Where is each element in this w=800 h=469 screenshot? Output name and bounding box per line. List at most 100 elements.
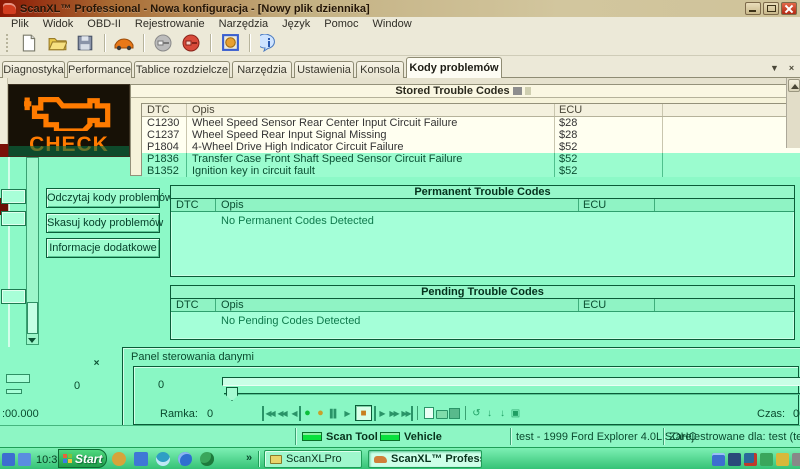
internet-explorer-icon[interactable]: [156, 452, 170, 466]
download-icon[interactable]: ↓: [483, 406, 496, 421]
tab-close-icon[interactable]: ×: [785, 61, 798, 74]
frame-label: Ramka:: [160, 408, 198, 420]
ghost-list-item: [1, 211, 26, 226]
save-log-icon[interactable]: [448, 406, 461, 421]
tab-dropdown-icon[interactable]: ▼: [768, 61, 781, 74]
read-trouble-codes-button[interactable]: Odczytaj kody problemów: [46, 188, 160, 208]
disconnect-plug-icon[interactable]: [179, 32, 203, 54]
table-row[interactable]: B1352Ignition key in circuit fault$52: [142, 165, 800, 177]
tray-icon-clipped[interactable]: [792, 453, 800, 466]
quick-launch-icon[interactable]: [134, 452, 148, 466]
media-player-icon[interactable]: [200, 452, 214, 466]
vehicle-label: Vehicle: [404, 431, 442, 443]
fast-rewind-icon[interactable]: ◀◀: [275, 406, 288, 421]
additional-info-button[interactable]: Informacje dodatkowe: [46, 238, 160, 258]
dashboard-icon[interactable]: [218, 32, 242, 54]
time-value: 00:00: [793, 408, 800, 420]
pending-header-row: DTC Opis ECU: [171, 299, 794, 312]
skip-first-icon[interactable]: ◀◀: [262, 406, 275, 421]
menu-bar: Plik Widok OBD-II Rejestrowanie Narzędzi…: [0, 17, 800, 30]
toolbar-grip: [6, 34, 9, 52]
tray-battery-icon[interactable]: [728, 453, 741, 466]
menu-widok[interactable]: Widok: [36, 18, 81, 30]
table-row[interactable]: C1237Wheel Speed Rear Input Signal Missi…: [142, 129, 800, 141]
scroll-down-icon: [28, 338, 36, 343]
tab-tablice-rozdzielcze[interactable]: Tablice rozdzielcze: [134, 61, 230, 78]
reset-icon[interactable]: ↺: [470, 406, 483, 421]
play-icon[interactable]: ▶: [340, 406, 353, 421]
table-row[interactable]: P18044-Wheel Drive High Indicator Circui…: [142, 141, 800, 153]
tab-diagnostyka[interactable]: Diagnostyka: [2, 61, 65, 78]
close-button[interactable]: [781, 2, 797, 15]
menu-window[interactable]: Window: [366, 18, 419, 30]
app-icon: [3, 3, 16, 14]
vertical-scrollbar[interactable]: [786, 78, 800, 148]
tab-strip: Diagnostyka Performance Tablice rozdziel…: [0, 56, 800, 78]
task-scanxl-professional[interactable]: ScanXL™ Professional...: [368, 450, 482, 468]
menu-jezyk[interactable]: Język: [275, 18, 317, 30]
tray-speaker-icon[interactable]: [776, 453, 789, 466]
connect-plug-icon[interactable]: [151, 32, 175, 54]
save-file-icon[interactable]: [73, 32, 97, 54]
menu-narzedzia[interactable]: Narzędzia: [212, 18, 276, 30]
new-log-icon[interactable]: [422, 406, 435, 421]
scroll-up-icon[interactable]: [788, 79, 800, 92]
new-file-icon[interactable]: [17, 32, 41, 54]
tray-shield-icon[interactable]: [760, 453, 773, 466]
tray-icon-left[interactable]: [2, 453, 15, 466]
green-tint-band: [9, 146, 130, 156]
quick-launch-icon[interactable]: [112, 452, 126, 466]
permanent-header-row: DTC Opis ECU: [171, 199, 794, 212]
tab-ustawienia[interactable]: Ustawienia: [294, 61, 354, 78]
task-scanxlpro-folder[interactable]: ScanXLPro: [264, 450, 362, 468]
frame-view-icon[interactable]: ▣: [509, 406, 522, 421]
playback-slider-thumb[interactable]: [226, 387, 238, 401]
record-icon[interactable]: ●: [301, 406, 314, 421]
tray-icon-left[interactable]: [18, 453, 31, 466]
table-row[interactable]: P1836Transfer Case Front Shaft Speed Sen…: [142, 153, 800, 165]
menu-plik[interactable]: Plik: [4, 18, 36, 30]
toolbar-separator: [249, 34, 250, 52]
tab-performance[interactable]: Performance: [67, 61, 132, 78]
stored-trouble-codes-panel: Stored Trouble Codes DTC Opis ECU C1230W…: [130, 84, 796, 176]
pause-icon[interactable]: ▌▌: [327, 406, 340, 421]
menu-rejestrowanie[interactable]: Rejestrowanie: [128, 18, 212, 30]
minimize-button[interactable]: [745, 2, 761, 15]
start-button[interactable]: Start: [58, 449, 107, 468]
folder-icon: [270, 455, 282, 464]
maximize-button[interactable]: [763, 2, 779, 15]
tab-konsola[interactable]: Konsola: [356, 61, 404, 78]
panel-highlight: [8, 157, 10, 347]
pending-trouble-codes-panel: Pending Trouble Codes DTC Opis ECU No Pe…: [170, 285, 795, 340]
status-separator: [663, 428, 664, 445]
menu-obd2[interactable]: OBD-II: [80, 18, 128, 30]
open-file-icon[interactable]: [45, 32, 69, 54]
overflow-chevron[interactable]: »: [246, 452, 252, 464]
tray-volume-muted-icon[interactable]: [744, 453, 757, 466]
quick-launch-icon[interactable]: [178, 452, 192, 466]
step-back-icon[interactable]: ◀: [288, 406, 301, 421]
fast-forward-icon[interactable]: ▶▶: [387, 406, 400, 421]
tray-display-icon[interactable]: [712, 453, 725, 466]
tab-narzedzia[interactable]: Narzędzia: [232, 61, 292, 78]
info-icon[interactable]: [257, 32, 281, 54]
step-forward-icon[interactable]: ▶: [374, 406, 387, 421]
controls-separator: [417, 406, 418, 420]
skip-last-icon[interactable]: ▶▶: [400, 406, 413, 421]
table-row[interactable]: C1230Wheel Speed Sensor Rear Center Inpu…: [142, 117, 800, 129]
stop-icon[interactable]: ■: [355, 405, 372, 421]
snapshot-icon[interactable]: ●: [314, 406, 327, 421]
clear-trouble-codes-button[interactable]: Skasuj kody problemów: [46, 213, 160, 233]
tab-kody-problemow[interactable]: Kody problemów: [406, 57, 502, 78]
window-title: ScanXL™ Professional - Nowa konfiguracja…: [20, 3, 370, 15]
open-log-icon[interactable]: [435, 406, 448, 421]
menu-pomoc[interactable]: Pomoc: [317, 18, 365, 30]
export-icon[interactable]: ↓: [496, 406, 509, 421]
playback-slider-track[interactable]: [222, 377, 800, 386]
vehicle-icon[interactable]: [112, 32, 136, 54]
ghost-time-fragment: :00.000: [2, 408, 39, 420]
frame-value: 0: [207, 408, 213, 420]
data-control-panel: Panel sterowania danymi 0 Ramka: 0 ◀◀ ◀◀…: [122, 347, 800, 425]
scan-tool-led: [302, 432, 322, 441]
permanent-table-body: No Permanent Codes Detected: [171, 212, 794, 275]
